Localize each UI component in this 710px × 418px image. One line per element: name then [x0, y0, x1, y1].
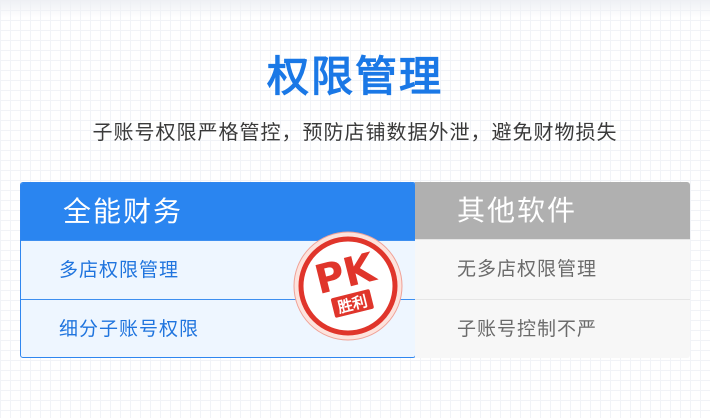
right-column: 其他软件 无多店权限管理 子账号控制不严: [415, 182, 690, 358]
pk-victory-seal-icon: PK 胜利: [293, 231, 403, 341]
page-subtitle: 子账号权限严格管控，预防店铺数据外泄，避免财物损失: [92, 120, 618, 144]
top-shadow-strip: [0, 0, 710, 18]
right-column-header: 其他软件: [415, 182, 690, 239]
page-title: 权限管理: [266, 52, 443, 101]
right-row-2: 子账号控制不严: [415, 299, 690, 358]
right-row-1: 无多店权限管理: [415, 239, 690, 299]
